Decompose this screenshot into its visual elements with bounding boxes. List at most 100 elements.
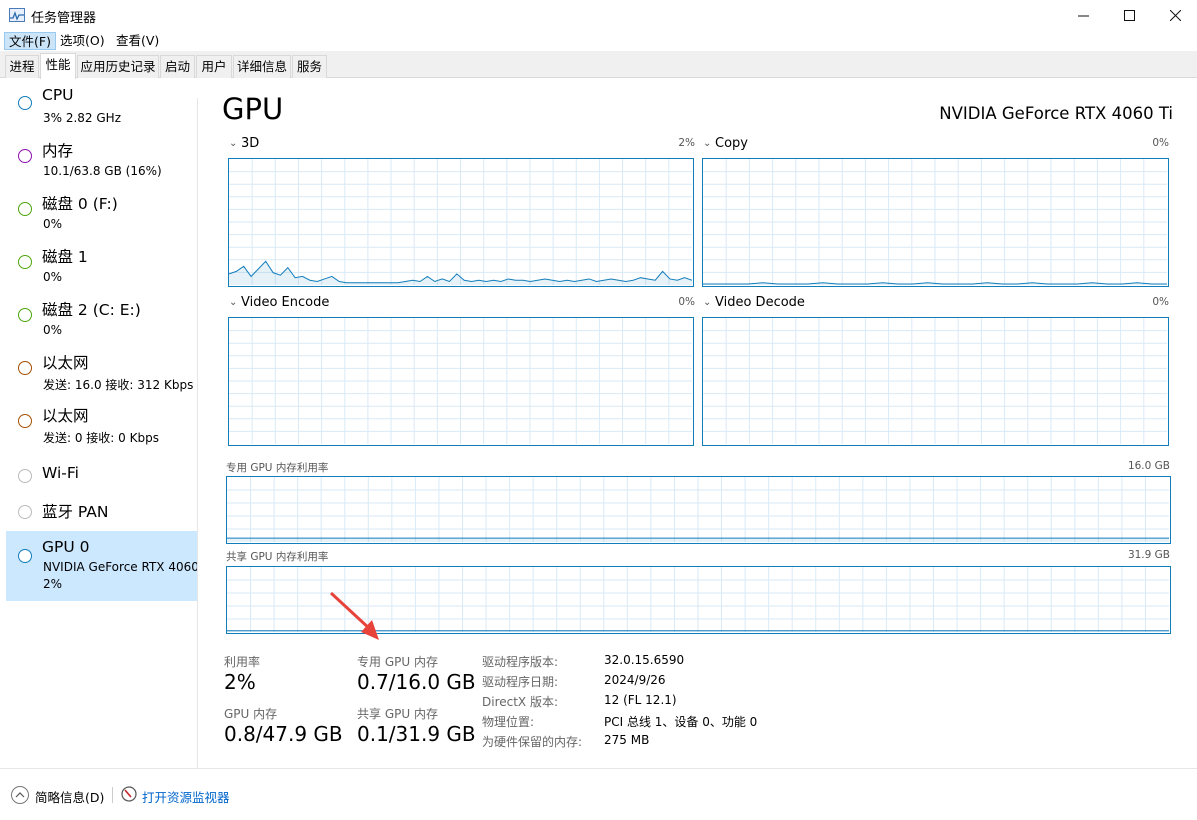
- chevron-down-icon[interactable]: ⌄: [229, 138, 237, 149]
- sidebar-item-label: Wi-Fi: [42, 464, 79, 482]
- tab-details[interactable]: 详细信息: [233, 55, 291, 78]
- tab-bar: 进程 性能 应用历史记录 启动 用户 详细信息 服务: [0, 51, 1197, 79]
- tab-users[interactable]: 用户: [196, 55, 232, 78]
- maximize-button[interactable]: [1106, 0, 1152, 31]
- gpu-indicator-icon: [18, 549, 32, 563]
- engine-decode-selector[interactable]: Video Decode: [715, 295, 805, 310]
- utilization-label: 利用率: [224, 655, 261, 669]
- footer-divider: [112, 787, 113, 803]
- sidebar-item-label: 磁盘 1: [42, 248, 88, 266]
- gpu-model-name: NVIDIA GeForce RTX 4060 Ti: [939, 104, 1173, 123]
- window-title: 任务管理器: [31, 11, 97, 26]
- engine-decode-pct: 0%: [1152, 296, 1169, 308]
- physical-location-label: 物理位置:: [482, 715, 535, 729]
- dedicated-mem-graph-label: 专用 GPU 内存利用率: [226, 462, 329, 474]
- sidebar-item-disk1[interactable]: 磁盘 1 0%: [6, 237, 197, 290]
- sidebar-item-sub: 发送: 0 接收: 0 Kbps: [43, 431, 159, 445]
- ethernet-indicator-icon: [18, 414, 32, 428]
- driver-version-label: 驱动程序版本:: [482, 655, 559, 669]
- sidebar-item-label: 以太网: [42, 407, 89, 425]
- shared-mem-max: 31.9 GB: [1127, 549, 1170, 561]
- sidebar-divider: [197, 98, 198, 768]
- memory-indicator-icon: [18, 149, 32, 163]
- dedicated-mem-value: 0.7/16.0 GB: [357, 670, 476, 694]
- disk-indicator-icon: [18, 202, 32, 216]
- chevron-down-icon[interactable]: ⌄: [703, 138, 711, 149]
- footer-bar: 简略信息(D) 打开资源监视器: [0, 768, 1197, 820]
- sidebar-item-label: 以太网: [42, 354, 89, 372]
- bluetooth-indicator-icon: [18, 505, 32, 519]
- engine-copy-pct: 0%: [1152, 137, 1169, 149]
- close-button[interactable]: [1152, 0, 1197, 31]
- gpu-mem-value: 0.8/47.9 GB: [224, 722, 343, 746]
- sidebar-item-bluetooth-pan[interactable]: 蓝牙 PAN: [6, 492, 197, 528]
- sidebar-item-label: 磁盘 0 (F:): [42, 195, 118, 213]
- chevron-up-icon[interactable]: [11, 786, 29, 804]
- sidebar-item-sub: NVIDIA GeForce RTX 4060: [43, 560, 199, 574]
- sidebar-item-label: 蓝牙 PAN: [42, 503, 109, 521]
- page-title: GPU: [222, 92, 284, 126]
- engine-decode-graph: [702, 317, 1169, 446]
- sidebar-item-memory[interactable]: 内存 10.1/63.8 GB (16%): [6, 131, 197, 184]
- tab-startup[interactable]: 启动: [160, 55, 195, 78]
- engine-encode-pct: 0%: [678, 296, 695, 308]
- shared-mem-label: 共享 GPU 内存: [357, 707, 438, 721]
- menu-view[interactable]: 查看(V): [112, 32, 163, 50]
- sidebar-item-label: 内存: [42, 142, 74, 160]
- driver-date-value: 2024/9/26: [604, 673, 666, 687]
- resource-monitor-icon[interactable]: [121, 786, 137, 802]
- sidebar-item-sub: 发送: 16.0 接收: 312 Kbps: [43, 378, 194, 392]
- menu-bar: 文件(F) 选项(O) 查看(V): [0, 31, 1197, 51]
- sidebar-item-sub: 0%: [43, 270, 63, 284]
- sidebar-item-sub: 0%: [43, 323, 63, 337]
- dedicated-mem-area: [227, 538, 1169, 542]
- tab-app-history[interactable]: 应用历史记录: [77, 55, 159, 78]
- driver-version-value: 32.0.15.6590: [604, 653, 685, 667]
- dedicated-mem-label: 专用 GPU 内存: [357, 655, 438, 669]
- sidebar-item-label: 磁盘 2 (C: E:): [42, 301, 141, 319]
- resource-sidebar: CPU 3% 2.82 GHz 内存 10.1/63.8 GB (16%) 磁盘…: [0, 78, 199, 768]
- sidebar-item-label: CPU: [42, 86, 74, 104]
- sidebar-item-disk0[interactable]: 磁盘 0 (F:) 0%: [6, 184, 197, 237]
- sidebar-item-label: GPU 0: [42, 538, 90, 556]
- sidebar-item-disk2[interactable]: 磁盘 2 (C: E:) 0%: [6, 290, 197, 343]
- annotation-arrow-icon: [329, 591, 379, 640]
- directx-version-value: 12 (FL 12.1): [604, 693, 677, 707]
- sidebar-item-wifi[interactable]: Wi-Fi: [6, 456, 197, 492]
- minimize-button[interactable]: [1060, 0, 1106, 31]
- open-resource-monitor-link[interactable]: 打开资源监视器: [142, 787, 230, 806]
- sidebar-item-ethernet1[interactable]: 以太网 发送: 16.0 接收: 312 Kbps: [6, 343, 197, 396]
- physical-location-value: PCI 总线 1、设备 0、功能 0: [604, 715, 758, 729]
- utilization-value: 2%: [224, 670, 256, 694]
- engine-encode-selector[interactable]: Video Encode: [241, 295, 329, 310]
- sidebar-item-gpu0[interactable]: GPU 0 NVIDIA GeForce RTX 4060 2%: [6, 531, 199, 601]
- dedicated-mem-graph: [226, 476, 1171, 544]
- task-manager-icon: [9, 8, 25, 22]
- wifi-indicator-icon: [18, 469, 32, 483]
- engine-copy-graph: [702, 158, 1169, 287]
- gpu-panel: GPU NVIDIA GeForce RTX 4060 Ti ⌄ 3D 2% ⌄…: [199, 78, 1197, 768]
- engine-3d-selector[interactable]: 3D: [241, 136, 259, 151]
- tab-processes[interactable]: 进程: [5, 55, 39, 78]
- chevron-down-icon[interactable]: ⌄: [229, 297, 237, 308]
- driver-date-label: 驱动程序日期:: [482, 675, 559, 689]
- title-bar: 任务管理器: [0, 0, 1197, 31]
- sidebar-item-ethernet2[interactable]: 以太网 发送: 0 接收: 0 Kbps: [6, 396, 197, 449]
- disk-indicator-icon: [18, 308, 32, 322]
- engine-copy-selector[interactable]: Copy: [715, 136, 748, 151]
- gpu-mem-label: GPU 内存: [224, 707, 278, 721]
- sidebar-item-util: 2%: [43, 577, 63, 591]
- menu-file[interactable]: 文件(F): [4, 32, 56, 50]
- tab-performance[interactable]: 性能: [40, 53, 76, 79]
- tab-services[interactable]: 服务: [292, 55, 327, 78]
- fewer-details-button[interactable]: 简略信息(D): [35, 787, 104, 806]
- sidebar-item-sub: 0%: [43, 217, 63, 231]
- shared-mem-value: 0.1/31.9 GB: [357, 722, 476, 746]
- reserved-mem-value: 275 MB: [604, 733, 650, 747]
- sidebar-item-cpu[interactable]: CPU 3% 2.82 GHz: [6, 78, 197, 131]
- engine-encode-graph: [228, 317, 694, 446]
- chevron-down-icon[interactable]: ⌄: [703, 297, 711, 308]
- menu-options[interactable]: 选项(O): [56, 32, 109, 50]
- reserved-mem-label: 为硬件保留的内存:: [482, 735, 583, 749]
- cpu-indicator-icon: [18, 96, 32, 110]
